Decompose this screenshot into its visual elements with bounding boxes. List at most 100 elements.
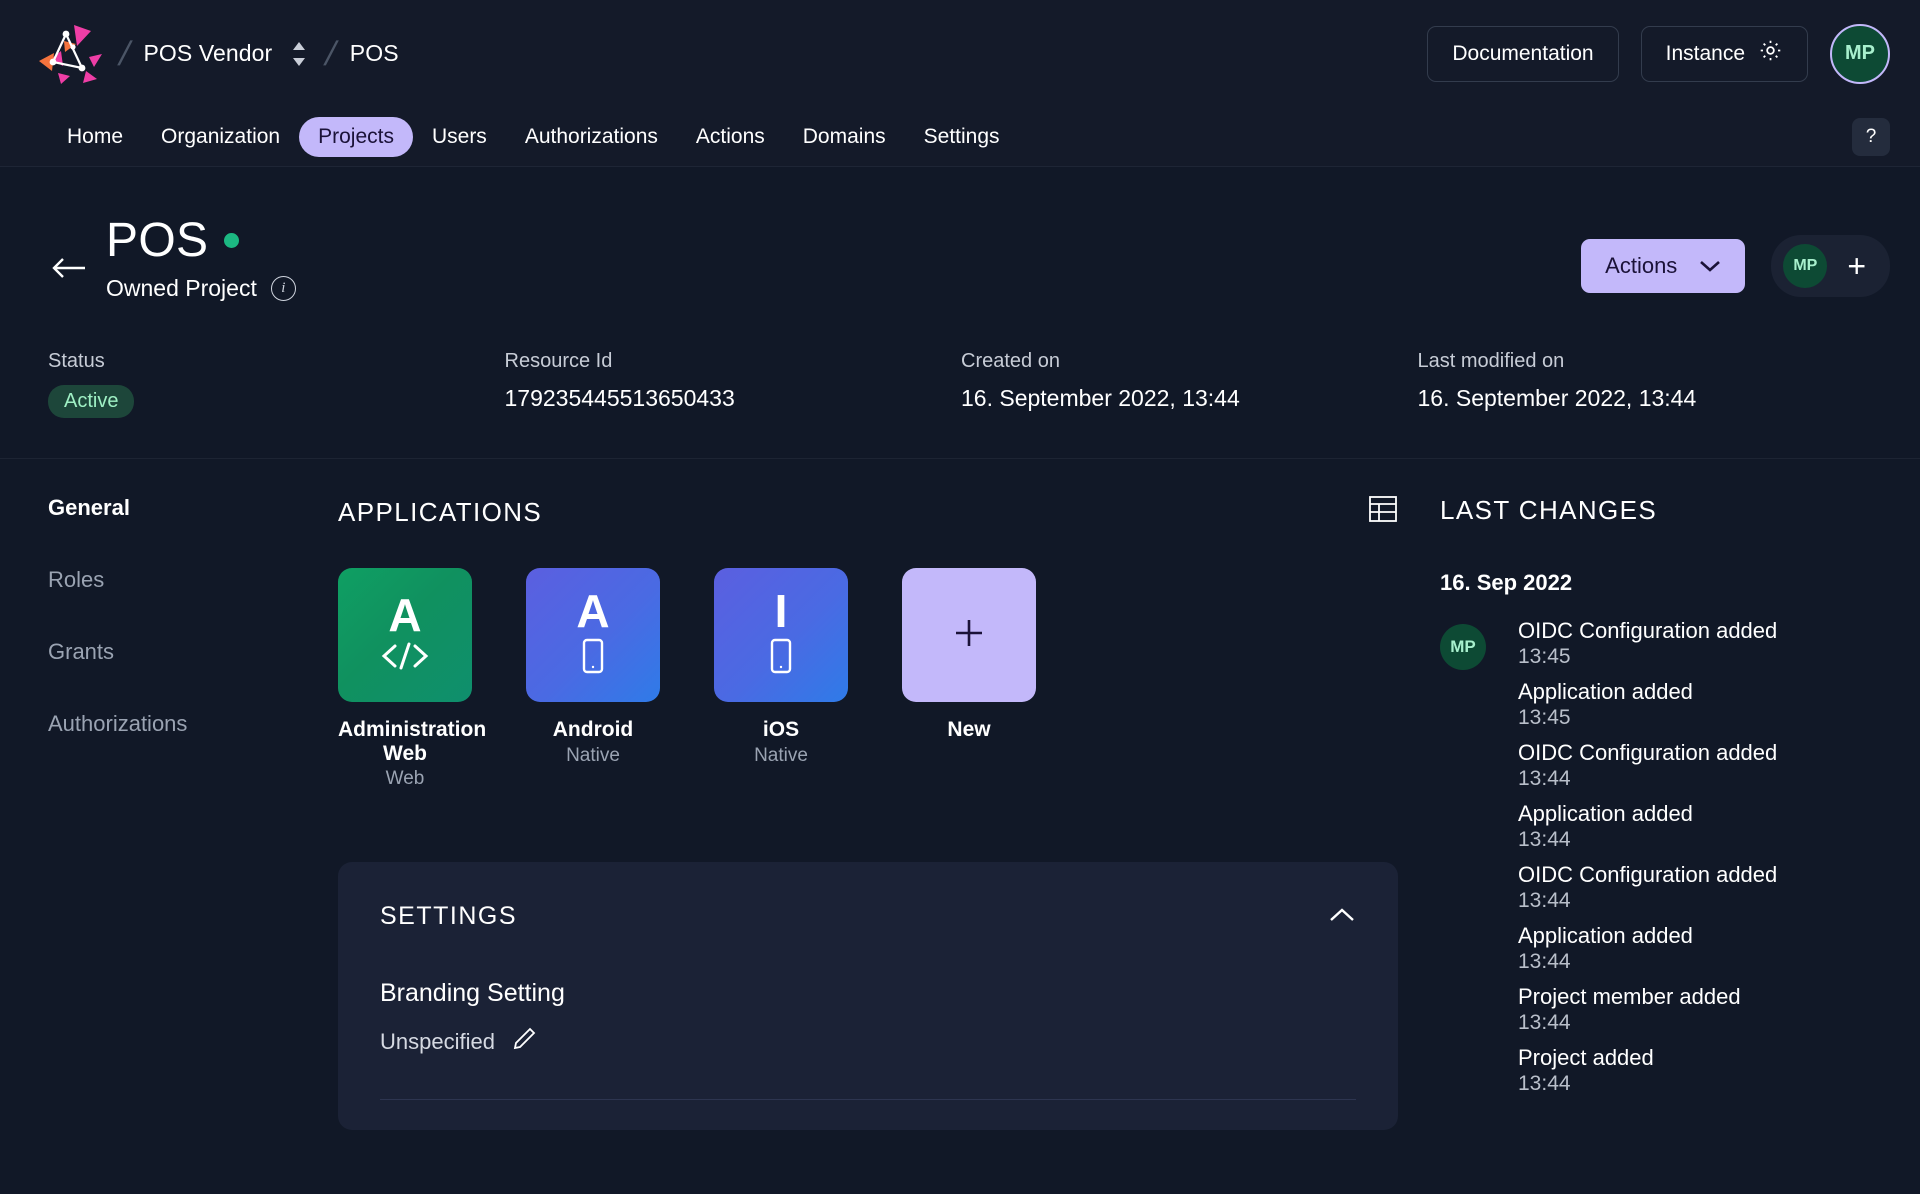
application-card[interactable]: A Administration Web Web [338,568,487,790]
application-tile: I [714,568,848,702]
list-item[interactable]: OIDC Configuration added 13:44 [1518,740,1777,791]
divider [380,1099,1356,1101]
project-subtitle: Owned Project [106,275,257,301]
settings-heading: SETTINGS [380,902,518,931]
nav-item-home[interactable]: Home [48,117,142,157]
table-icon[interactable] [1368,495,1398,530]
last-changes-section: LAST CHANGES 16. Sep 2022 MP OIDC Config… [1440,495,1920,1130]
change-time: 13:44 [1518,767,1571,790]
chevron-down-icon [1699,253,1721,279]
application-card[interactable]: I iOS Native [714,568,848,790]
application-tile: A [338,568,472,702]
documentation-button[interactable]: Documentation [1427,25,1619,82]
new-application-card[interactable]: New [902,568,1036,790]
change-time: 13:45 [1518,706,1571,729]
actions-button[interactable]: Actions [1581,239,1746,293]
application-type: Web [385,768,425,790]
project-state-dot [224,233,240,248]
nav-item-organization[interactable]: Organization [142,117,299,157]
list-item[interactable]: OIDC Configuration added 13:44 [1518,862,1777,913]
branding-setting-value: Unspecified [380,1028,495,1054]
project-members[interactable]: MP + [1771,235,1890,297]
nav-item-users[interactable]: Users [413,117,506,157]
avatar-initials: MP [1793,257,1818,274]
avatar[interactable]: MP [1830,23,1890,84]
application-initial: A [388,588,422,641]
list-item[interactable]: Application added 13:45 [1518,679,1777,730]
list-item[interactable]: OIDC Configuration added 13:45 [1518,618,1777,669]
new-application-tile [902,568,1036,702]
nav-item-authorizations[interactable]: Authorizations [506,117,677,157]
instance-button[interactable]: Instance [1640,25,1808,82]
nav-item-actions[interactable]: Actions [677,117,784,157]
meta-created-on: Created on 16. September 2022, 13:44 [961,350,1418,418]
application-name: Administration Web [338,718,487,765]
avatar: MP [1783,244,1828,288]
change-text: OIDC Configuration added [1518,618,1778,643]
arrow-left-icon[interactable] [46,245,92,291]
mobile-phone-icon [580,637,606,680]
plus-icon[interactable]: + [1847,250,1866,282]
list-item[interactable]: Project member added 13:44 [1518,984,1777,1035]
meta-last-modified-on: Last modified on 16. September 2022, 13:… [1418,350,1875,418]
avatar: MP [1440,624,1486,670]
change-text: Project added [1518,1045,1654,1070]
application-card[interactable]: A Android Native [526,568,660,790]
nav-item-projects[interactable]: Projects [299,116,413,157]
sidebar-item-general[interactable]: General [48,495,320,521]
change-text: Application added [1518,679,1693,704]
sidebar-item-grants[interactable]: Grants [48,639,320,665]
project-body: General Roles Grants Authorizations APPL… [0,459,1920,1131]
documentation-label: Documentation [1452,41,1594,65]
last-changes-items: OIDC Configuration added 13:45 Applicati… [1518,618,1777,1106]
chevron-up-icon[interactable] [1328,902,1356,931]
applications-section: APPLICATIONS A Administration Web Web A … [320,495,1440,1131]
settings-card: SETTINGS Branding Setting Unspecified [338,862,1398,1131]
last-changes-date: 16. Sep 2022 [1440,570,1573,595]
help-button[interactable]: ? [1852,117,1890,156]
chevron-up-down-icon[interactable] [286,37,312,71]
change-text: Application added [1518,801,1693,826]
new-application-label: New [947,718,991,741]
sidebar-item-roles[interactable]: Roles [48,567,320,593]
change-text: Application added [1518,923,1693,948]
list-item[interactable]: Application added 13:44 [1518,923,1777,974]
list-item[interactable]: Application added 13:44 [1518,801,1777,852]
meta-label: Last modified on [1417,350,1565,372]
avatar-initials: MP [1845,42,1875,64]
actions-label: Actions [1605,253,1678,278]
application-type: Native [566,744,620,766]
pencil-icon[interactable] [511,1026,537,1057]
change-time: 13:44 [1518,950,1571,973]
change-time: 13:44 [1518,889,1571,912]
meta-value: 16. September 2022, 13:44 [961,385,1240,411]
change-text: OIDC Configuration added [1518,740,1778,765]
top-bar: / POS Vendor / POS Documentation Instanc… [0,0,1920,107]
zitadel-logo-icon[interactable] [34,21,106,87]
info-icon[interactable]: i [270,276,296,301]
meta-status: Status Active [48,350,505,418]
application-initial: I [774,584,788,637]
page-title: POS [106,214,209,267]
application-tile: A [526,568,660,702]
meta-value: 179235445513650433 [504,385,735,411]
nav-item-settings[interactable]: Settings [905,117,1019,157]
last-changes-heading: LAST CHANGES [1440,495,1658,525]
application-type: Native [754,744,808,766]
meta-value: 16. September 2022, 13:44 [1417,385,1697,411]
meta-label: Created on [961,350,1060,372]
breadcrumb-separator-2: / [321,34,341,73]
breadcrumb-separator-1: / [115,34,135,73]
meta-resource-id: Resource Id 179235445513650433 [505,350,962,418]
change-text: OIDC Configuration added [1518,862,1778,887]
list-item[interactable]: Project added 13:44 [1518,1045,1777,1096]
breadcrumb-organization[interactable]: POS Vendor [143,40,272,67]
application-name: Android [552,718,634,741]
code-brackets-icon [379,641,431,676]
sidebar-item-authorizations[interactable]: Authorizations [48,711,320,737]
branding-setting-label: Branding Setting [380,979,565,1008]
top-bar-right: Documentation Instance MP [1427,23,1890,84]
breadcrumb-project[interactable]: POS [350,40,399,67]
meta-label: Resource Id [504,350,613,372]
nav-item-domains[interactable]: Domains [784,117,905,157]
